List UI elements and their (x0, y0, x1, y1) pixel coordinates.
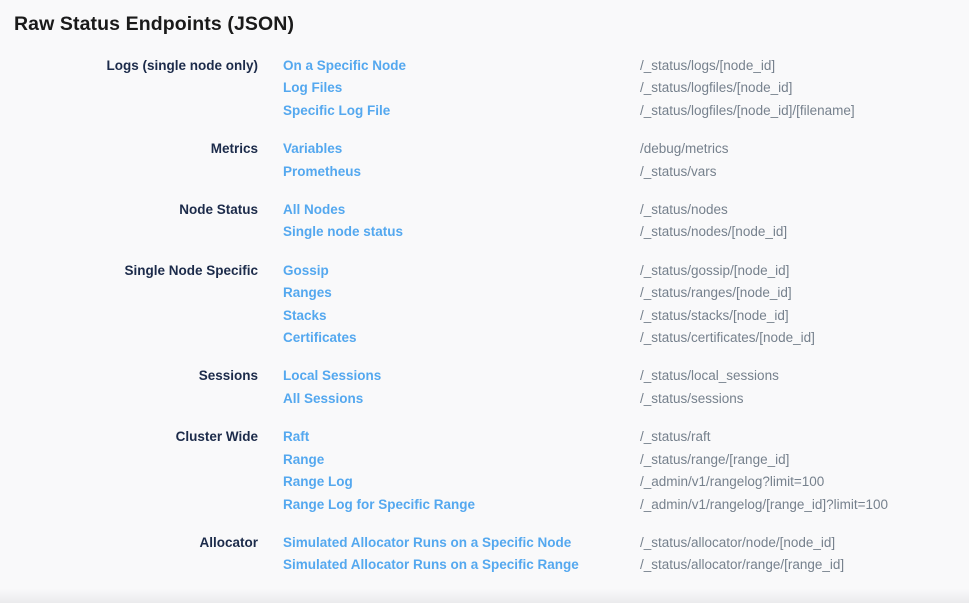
endpoint-row: Stacks /_status/stacks/[node_id] (0, 305, 969, 327)
endpoint-row: Sessions Local Sessions /_status/local_s… (0, 365, 969, 387)
endpoint-row: Node Status All Nodes /_status/nodes (0, 199, 969, 221)
endpoint-url: /_status/nodes/[node_id] (640, 221, 969, 243)
endpoint-row: Range Log for Specific Range /_admin/v1/… (0, 494, 969, 516)
endpoint-link[interactable]: Range Log (283, 471, 353, 493)
endpoint-url: /_status/logfiles/[node_id]/[filename] (640, 100, 969, 122)
endpoint-url: /_status/stacks/[node_id] (640, 305, 969, 327)
category-label (0, 161, 258, 183)
endpoint-row: Single node status /_status/nodes/[node_… (0, 221, 969, 243)
endpoint-row: Cluster Wide Raft /_status/raft (0, 426, 969, 448)
endpoint-url: /_status/ranges/[node_id] (640, 282, 969, 304)
endpoint-url: /_admin/v1/rangelog/[range_id]?limit=100 (640, 494, 969, 516)
endpoint-link[interactable]: All Sessions (283, 388, 363, 410)
endpoint-row: Log Files /_status/logfiles/[node_id] (0, 77, 969, 99)
endpoint-url: /_status/vars (640, 161, 969, 183)
endpoint-link[interactable]: Gossip (283, 260, 329, 282)
endpoint-url: /_status/local_sessions (640, 365, 969, 387)
endpoint-url: /_status/logs/[node_id] (640, 55, 969, 77)
category-label (0, 554, 258, 576)
endpoint-url: /_status/gossip/[node_id] (640, 260, 969, 282)
endpoint-row: Single Node Specific Gossip /_status/gos… (0, 260, 969, 282)
endpoint-row: Simulated Allocator Runs on a Specific R… (0, 554, 969, 576)
endpoint-link[interactable]: Log Files (283, 77, 342, 99)
category-label (0, 77, 258, 99)
endpoint-link[interactable]: Single node status (283, 221, 403, 243)
category-label: Cluster Wide (0, 426, 258, 448)
endpoint-link[interactable]: Local Sessions (283, 365, 381, 387)
endpoint-url: /_status/allocator/node/[node_id] (640, 532, 969, 554)
category-label (0, 221, 258, 243)
category-label: Single Node Specific (0, 260, 258, 282)
endpoint-link[interactable]: Certificates (283, 327, 357, 349)
endpoint-row: Logs (single node only) On a Specific No… (0, 55, 969, 77)
endpoint-link[interactable]: All Nodes (283, 199, 345, 221)
endpoint-url: /_status/logfiles/[node_id] (640, 77, 969, 99)
endpoint-link[interactable]: Ranges (283, 282, 332, 304)
endpoint-link[interactable]: Variables (283, 138, 342, 160)
endpoint-link[interactable]: Simulated Allocator Runs on a Specific R… (283, 554, 579, 576)
page-title: Raw Status Endpoints (JSON) (14, 13, 294, 36)
endpoint-row: Specific Log File /_status/logfiles/[nod… (0, 100, 969, 122)
endpoint-link[interactable]: Range (283, 449, 324, 471)
endpoint-link[interactable]: Simulated Allocator Runs on a Specific N… (283, 532, 571, 554)
endpoint-url: /_status/certificates/[node_id] (640, 327, 969, 349)
category-label (0, 327, 258, 349)
category-label (0, 471, 258, 493)
endpoint-row: Ranges /_status/ranges/[node_id] (0, 282, 969, 304)
category-label: Allocator (0, 532, 258, 554)
endpoint-url: /_admin/v1/rangelog?limit=100 (640, 471, 969, 493)
debug-endpoints-page: Raw Status Endpoints (JSON) Logs (single… (0, 0, 969, 603)
endpoint-row: Range Log /_admin/v1/rangelog?limit=100 (0, 471, 969, 493)
endpoint-url: /_status/nodes (640, 199, 969, 221)
endpoint-row: Metrics Variables /debug/metrics (0, 138, 969, 160)
endpoint-row: All Sessions /_status/sessions (0, 388, 969, 410)
endpoint-url: /_status/sessions (640, 388, 969, 410)
endpoint-link[interactable]: On a Specific Node (283, 55, 406, 77)
category-label: Logs (single node only) (0, 55, 258, 77)
endpoint-url: /debug/metrics (640, 138, 969, 160)
endpoint-row: Range /_status/range/[range_id] (0, 449, 969, 471)
endpoint-url: /_status/range/[range_id] (640, 449, 969, 471)
endpoint-link[interactable]: Prometheus (283, 161, 361, 183)
page-bottom-edge (0, 589, 969, 603)
endpoint-row: Prometheus /_status/vars (0, 161, 969, 183)
endpoint-link[interactable]: Range Log for Specific Range (283, 494, 475, 516)
endpoints-table: Logs (single node only) On a Specific No… (0, 55, 969, 577)
endpoint-url: /_status/raft (640, 426, 969, 448)
endpoint-link[interactable]: Specific Log File (283, 100, 390, 122)
endpoint-row: Allocator Simulated Allocator Runs on a … (0, 532, 969, 554)
category-label (0, 282, 258, 304)
category-label (0, 449, 258, 471)
category-label (0, 100, 258, 122)
endpoint-link[interactable]: Raft (283, 426, 309, 448)
category-label: Node Status (0, 199, 258, 221)
endpoint-row: Certificates /_status/certificates/[node… (0, 327, 969, 349)
category-label (0, 494, 258, 516)
category-label: Sessions (0, 365, 258, 387)
endpoint-url: /_status/allocator/range/[range_id] (640, 554, 969, 576)
category-label (0, 388, 258, 410)
category-label (0, 305, 258, 327)
category-label: Metrics (0, 138, 258, 160)
endpoint-link[interactable]: Stacks (283, 305, 327, 327)
